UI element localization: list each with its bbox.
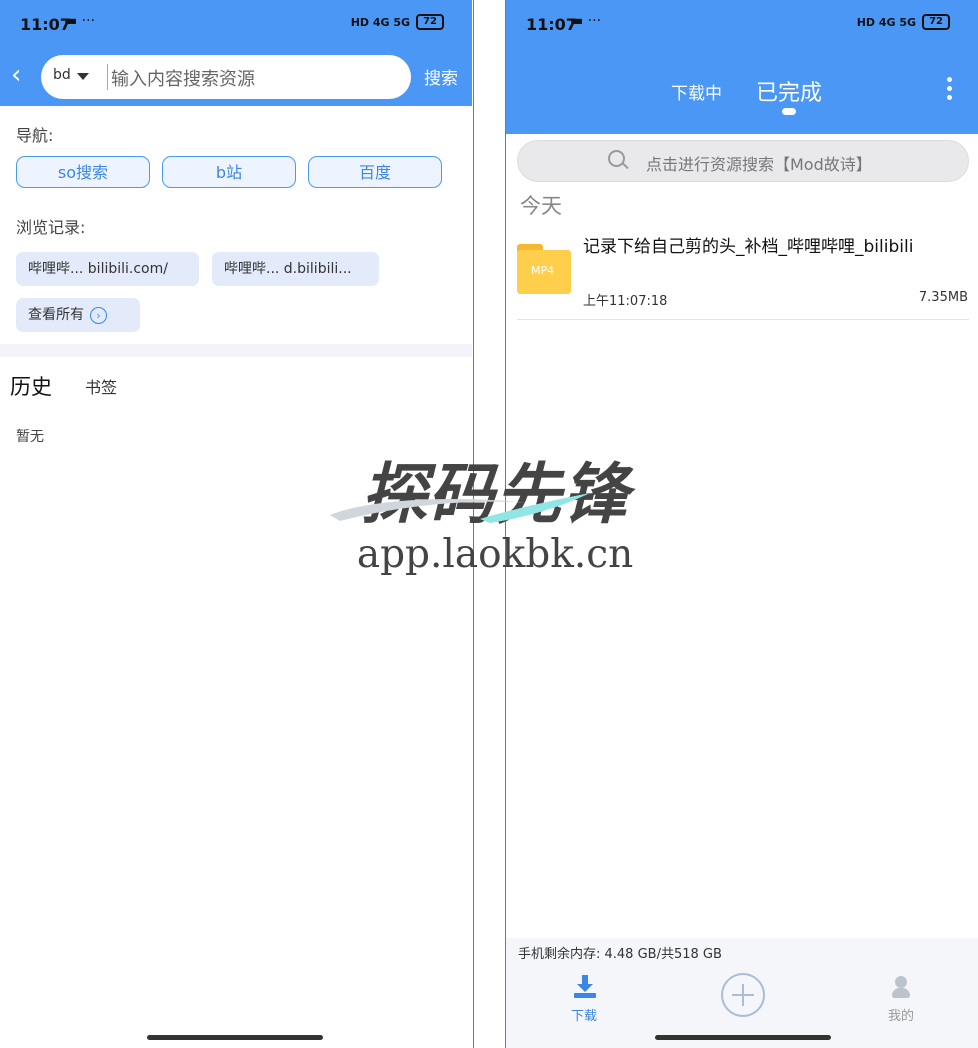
- nav-button-so[interactable]: so搜索: [16, 156, 150, 188]
- tab-history[interactable]: 历史: [10, 371, 52, 401]
- file-time: 上午11:07:18: [583, 294, 668, 309]
- nav-button-bilibili[interactable]: b站: [162, 156, 296, 188]
- download-header: 下载中 已完成: [506, 50, 978, 134]
- right-screen: 11:07 ▬ ··· HD 4G 5G 72 下载中 已完成 点击进行资源搜索…: [506, 0, 978, 1048]
- network-label: HD 4G 5G: [350, 15, 411, 29]
- network-label: HD 4G 5G: [856, 15, 917, 29]
- more-options-icon[interactable]: [947, 77, 953, 104]
- resource-search-bar[interactable]: 点击进行资源搜索【Mod故诗】: [517, 140, 969, 182]
- history-chip[interactable]: 哔哩哔... bilibili.com/: [16, 252, 199, 286]
- battery-icon: 72: [922, 14, 950, 30]
- home-indicator[interactable]: [147, 1035, 323, 1040]
- section-divider: [0, 344, 472, 357]
- tab-indicator: [782, 108, 796, 115]
- battery-icon: 72: [416, 14, 444, 30]
- status-bar: 11:07 ▬ ··· HD 4G 5G 72: [506, 0, 978, 50]
- nav-download-label: 下载: [571, 1009, 598, 1024]
- storage-info: 手机剩余内存: 4.48 GB/共518 GB: [518, 947, 722, 962]
- nav-button-baidu[interactable]: 百度: [308, 156, 442, 188]
- back-icon[interactable]: ‹: [11, 60, 21, 90]
- user-icon: [892, 976, 910, 1000]
- history-chip[interactable]: 哔哩哔... d.bilibili...: [212, 252, 379, 286]
- tab-bookmarks[interactable]: 书签: [85, 374, 117, 398]
- notification-icons: ▬ ···: [570, 13, 602, 29]
- search-placeholder: 点击进行资源搜索【Mod故诗】: [646, 155, 872, 174]
- empty-state: 暂无: [16, 429, 44, 445]
- date-section-label: 今天: [520, 194, 562, 218]
- file-name: 记录下给自己剪的头_补档_哔哩哔哩_bilibili: [583, 237, 914, 257]
- file-type-label: MP4: [531, 264, 555, 277]
- add-icon[interactable]: [721, 973, 765, 1017]
- signal-icons: HD 4G 5G 72: [857, 14, 950, 30]
- list-divider: [517, 319, 969, 320]
- folder-icon: MP4: [517, 244, 571, 294]
- notification-icons: ▬ ···: [64, 13, 96, 29]
- download-icon: [574, 975, 596, 998]
- gutter: [472, 0, 506, 1048]
- file-size: 7.35MB: [918, 290, 968, 305]
- screen-border: [473, 0, 474, 1048]
- view-all-label: 查看所有: [28, 307, 84, 323]
- engine-select[interactable]: bd: [53, 67, 71, 83]
- view-all-button[interactable]: 查看所有 ›: [16, 298, 140, 332]
- tab-completed[interactable]: 已完成: [756, 75, 822, 107]
- tab-downloading[interactable]: 下载中: [671, 79, 722, 104]
- search-header: ‹ bd 输入内容搜索资源 搜索: [0, 50, 472, 106]
- search-divider: [107, 64, 108, 90]
- nav-label: 导航:: [16, 126, 54, 145]
- chevron-right-icon: ›: [90, 306, 107, 324]
- search-icon: [608, 150, 625, 167]
- home-indicator[interactable]: [655, 1035, 831, 1040]
- signal-icons: HD 4G 5G 72: [351, 14, 444, 30]
- history-label: 浏览记录:: [16, 218, 86, 237]
- search-button[interactable]: 搜索: [424, 64, 458, 89]
- nav-me-label: 我的: [888, 1009, 915, 1024]
- status-bar: 11:07 ▬ ··· HD 4G 5G 72: [0, 0, 472, 50]
- left-screen: 11:07 ▬ ··· HD 4G 5G 72 ‹ bd 输入内容搜索资源 搜索…: [0, 0, 472, 1048]
- search-box[interactable]: bd 输入内容搜索资源: [41, 55, 411, 99]
- chevron-down-icon[interactable]: [77, 73, 89, 80]
- search-input[interactable]: 输入内容搜索资源: [111, 65, 255, 91]
